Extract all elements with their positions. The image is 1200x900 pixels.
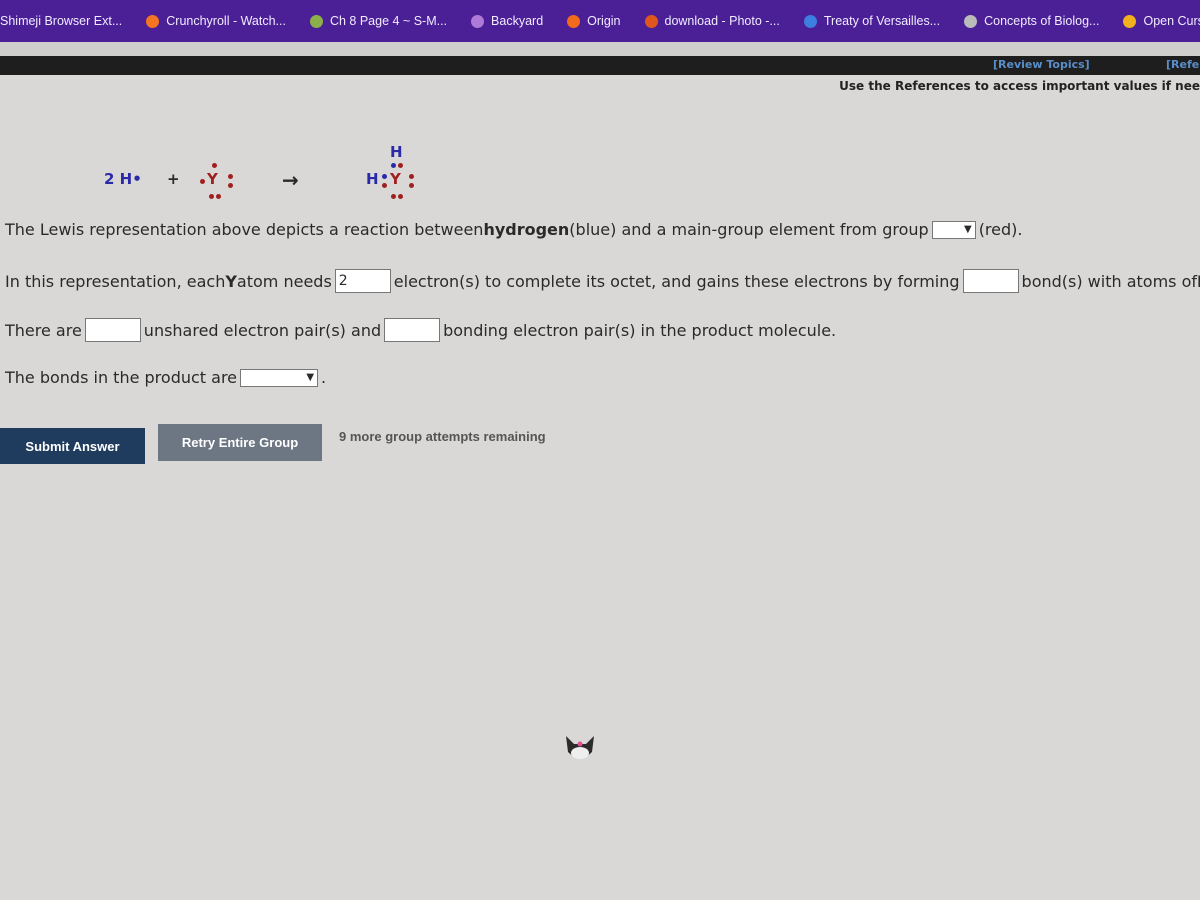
electron-dot (209, 194, 214, 199)
bookmark-item[interactable]: Origin (555, 14, 632, 28)
electron-dot (228, 174, 233, 179)
bookmark-item[interactable]: Ch 8 Page 4 ~ S-M... (298, 14, 459, 28)
bookmark-favicon-icon (471, 14, 485, 28)
bookmark-item[interactable]: Backyard (459, 14, 555, 28)
retry-entire-group-button[interactable]: Retry Entire Group (158, 424, 322, 461)
kuromi-cursor-icon (566, 736, 594, 759)
bookmark-favicon-icon (644, 14, 658, 28)
group-select[interactable]: ▼ (931, 220, 976, 239)
electron-dot (200, 179, 205, 184)
q2-bold: Y (225, 271, 237, 291)
electrons-needed-input[interactable]: 2 (334, 269, 391, 293)
q3-text: There are (5, 320, 82, 340)
question-group: The Lewis representation above depicts a… (5, 220, 1022, 239)
q1-text: (red). (978, 220, 1023, 239)
question-bonds: The bonds in the product are ▼. (5, 368, 326, 387)
hydrogen-top: H (390, 143, 403, 161)
attempts-remaining: 9 more group attempts remaining (339, 429, 546, 444)
question-pairs: There are unshared electron pair(s) and … (5, 318, 836, 342)
bookmark-favicon-icon (309, 14, 323, 28)
y-product: Y (390, 170, 401, 188)
electron-dot (212, 163, 217, 168)
chevron-down-icon: ▼ (963, 224, 972, 235)
electron-dot (391, 194, 396, 199)
q2-text: atom needs (236, 271, 332, 291)
q3-text: unshared electron pair(s) and (143, 320, 382, 340)
bookmark-label: Treaty of Versailles... (823, 14, 941, 28)
bookmark-favicon-icon (1123, 14, 1137, 28)
q2-text: electron(s) to complete its octet, and g… (393, 271, 960, 291)
bookmark-favicon-icon (146, 14, 160, 28)
q1-bold: hydrogen (483, 220, 570, 239)
references-link[interactable]: [Refer (1166, 58, 1200, 71)
bookmark-favicon-icon (964, 14, 978, 28)
bookmark-label: Ch 8 Page 4 ~ S-M... (329, 14, 448, 28)
electron-dot (391, 163, 396, 168)
bookmark-label: download - Photo -... (664, 14, 780, 28)
bookmark-label: Crunchyroll - Watch... (166, 14, 286, 28)
electron-dot (409, 183, 414, 188)
electron-dot (398, 194, 403, 199)
bond-type-select[interactable]: ▼ (240, 368, 319, 387)
q1-text: The Lewis representation above depicts a… (5, 220, 484, 239)
bookmark-item[interactable]: Crunchyroll - Watch... (134, 14, 298, 28)
electron-dot (409, 174, 414, 179)
references-note: Use the References to access important v… (839, 79, 1200, 93)
submit-answer-button[interactable]: Submit Answer (0, 428, 145, 464)
bookmark-item[interactable]: Open Curs (1111, 14, 1200, 28)
bookmark-item[interactable]: Shimeji Browser Ext... (0, 14, 134, 28)
bookmark-item[interactable]: Treaty of Versailles... (792, 14, 952, 28)
chevron-down-icon: ▼ (306, 372, 315, 383)
review-topics-link[interactable]: [Review Topics] (993, 58, 1090, 71)
q1-text: (blue) and a main-group element from gro… (569, 220, 929, 239)
bookmark-label: Origin (587, 14, 621, 28)
assignment-toolbar: [Review Topics] [Refer (0, 56, 1200, 75)
q2-text: In this representation, each (5, 271, 226, 291)
bonds-formed-input[interactable] (962, 269, 1019, 293)
q4-text: The bonds in the product are (5, 368, 238, 387)
q2-text: bond(s) with atoms of (1021, 271, 1198, 291)
electron-dot (382, 183, 387, 188)
y-reactant: Y (207, 170, 218, 188)
unshared-pairs-input[interactable] (84, 318, 141, 342)
bookmark-favicon-icon (567, 14, 581, 28)
plus-sign: + (167, 170, 180, 188)
bookmark-label: Open Curs (1143, 14, 1200, 28)
hydrogen-reactant: 2 H• (104, 170, 142, 188)
electron-dot (398, 163, 403, 168)
bookmark-item[interactable]: download - Photo -... (633, 14, 792, 28)
bookmarks-bar: Shimeji Browser Ext... Crunchyroll - Watc… (0, 0, 1200, 42)
q4-text: . (321, 368, 327, 387)
question-octet: In this representation, each Y atom need… (5, 269, 1200, 293)
q3-text: bonding electron pair(s) in the product … (443, 320, 837, 340)
browser-strip (0, 42, 1200, 56)
bookmark-label: Concepts of Biolog... (984, 14, 1100, 28)
bookmark-label: Backyard (491, 14, 544, 28)
electron-dot (216, 194, 221, 199)
bookmark-label: Shimeji Browser Ext... (0, 14, 123, 28)
electron-dot (228, 183, 233, 188)
electron-dot (382, 174, 387, 179)
bookmark-item[interactable]: Concepts of Biolog... (952, 14, 1111, 28)
reaction-arrow: → (282, 168, 299, 192)
bonding-pairs-input[interactable] (384, 318, 441, 342)
hydrogen-left: H (366, 170, 379, 188)
bookmark-favicon-icon (803, 14, 817, 28)
